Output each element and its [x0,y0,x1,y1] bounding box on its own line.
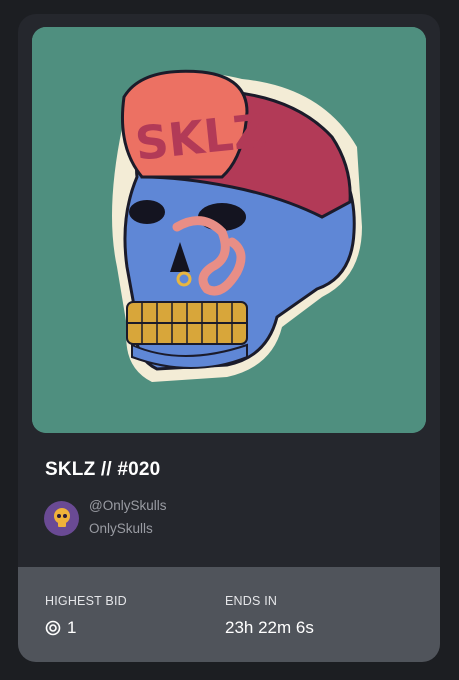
nft-title[interactable]: SKLZ // #020 [45,459,160,481]
ends-in-label: ENDS IN [225,594,278,608]
ends-in-section: ENDS IN 23h 22m 6s [225,594,314,638]
ends-in-countdown: 23h 22m 6s [225,618,314,637]
creator-name: OnlySkulls [89,521,153,536]
nft-artwork[interactable]: SKLZ [32,27,426,433]
creator-info[interactable]: @OnlySkulls OnlySkulls [44,498,166,536]
creator-handle[interactable]: @OnlySkulls [89,498,166,513]
coin-icon [45,620,61,636]
skull-avatar-icon [53,508,70,527]
highest-bid-section: HIGHEST BID 1 [45,594,127,638]
auction-footer: HIGHEST BID 1 ENDS IN 23h 22m 6s [18,567,440,662]
avatar[interactable] [44,500,79,536]
highest-bid-value: 1 [67,618,77,637]
skull-artwork-image: SKLZ [32,27,426,433]
nft-card[interactable]: SKLZ SKLZ // #020 @OnlySkulls OnlySkulls… [18,14,440,662]
highest-bid-label: HIGHEST BID [45,594,127,608]
